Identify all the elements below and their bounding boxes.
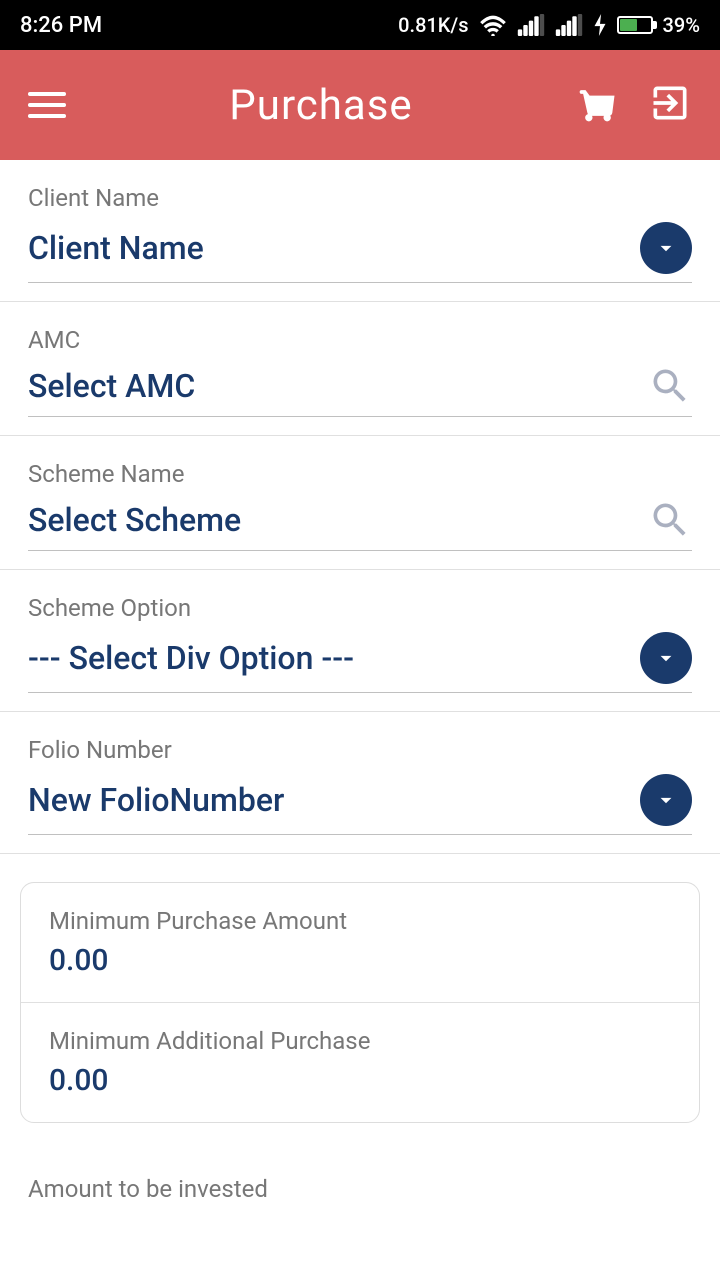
amount-invested-section: Amount to be invested: [0, 1151, 720, 1203]
network-speed: 0.81K/s: [398, 13, 468, 37]
scheme-option-row[interactable]: --- Select Div Option ---: [28, 632, 692, 693]
main-content: Client Name Client Name AMC Select AMC S…: [0, 160, 720, 1280]
amc-label: AMC: [28, 326, 692, 354]
amc-value: Select AMC: [28, 367, 195, 405]
min-additional-row: Minimum Additional Purchase 0.00: [21, 1002, 699, 1122]
scheme-name-row[interactable]: Select Scheme: [28, 498, 692, 551]
battery-icon: [617, 16, 653, 34]
amc-field: AMC Select AMC: [0, 302, 720, 436]
folio-number-value: New FolioNumber: [28, 781, 284, 819]
client-name-dropdown[interactable]: [640, 222, 692, 274]
client-name-label: Client Name: [28, 184, 692, 212]
min-additional-value: 0.00: [49, 1063, 671, 1098]
min-purchase-value: 0.00: [49, 943, 671, 978]
wifi-icon: [479, 14, 507, 36]
scheme-name-value: Select Scheme: [28, 501, 241, 539]
min-purchase-row: Minimum Purchase Amount 0.00: [21, 883, 699, 1002]
signal-icon: [517, 14, 545, 36]
folio-number-field: Folio Number New FolioNumber: [0, 712, 720, 854]
header-actions: [576, 81, 692, 129]
battery-percent: 39%: [663, 13, 700, 37]
scheme-option-field: Scheme Option --- Select Div Option ---: [0, 570, 720, 712]
min-additional-label: Minimum Additional Purchase: [49, 1027, 671, 1055]
page-title: Purchase: [229, 81, 412, 130]
folio-number-row[interactable]: New FolioNumber: [28, 774, 692, 835]
status-time: 8:26 PM: [20, 13, 102, 38]
scheme-option-label: Scheme Option: [28, 594, 692, 622]
folio-number-dropdown[interactable]: [640, 774, 692, 826]
client-name-value: Client Name: [28, 229, 204, 267]
min-purchase-label: Minimum Purchase Amount: [49, 907, 671, 935]
status-right: 0.81K/s: [398, 13, 700, 37]
charging-icon: [593, 14, 607, 36]
scheme-option-value: --- Select Div Option ---: [28, 639, 354, 677]
signal-icon-2: [555, 14, 583, 36]
info-card: Minimum Purchase Amount 0.00 Minimum Add…: [20, 882, 700, 1123]
folio-number-label: Folio Number: [28, 736, 692, 764]
scheme-search-button[interactable]: [648, 498, 692, 542]
cart-button[interactable]: [576, 81, 620, 129]
scheme-name-field: Scheme Name Select Scheme: [0, 436, 720, 570]
menu-button[interactable]: [28, 92, 66, 118]
scheme-option-dropdown[interactable]: [640, 632, 692, 684]
app-header: Purchase: [0, 50, 720, 160]
scheme-name-label: Scheme Name: [28, 460, 692, 488]
amount-invested-label: Amount to be invested: [28, 1175, 268, 1203]
client-name-field: Client Name Client Name: [0, 160, 720, 302]
exit-button[interactable]: [648, 81, 692, 129]
amc-row[interactable]: Select AMC: [28, 364, 692, 417]
client-name-row[interactable]: Client Name: [28, 222, 692, 283]
amc-search-button[interactable]: [648, 364, 692, 408]
status-bar: 8:26 PM 0.81K/s: [0, 0, 720, 50]
